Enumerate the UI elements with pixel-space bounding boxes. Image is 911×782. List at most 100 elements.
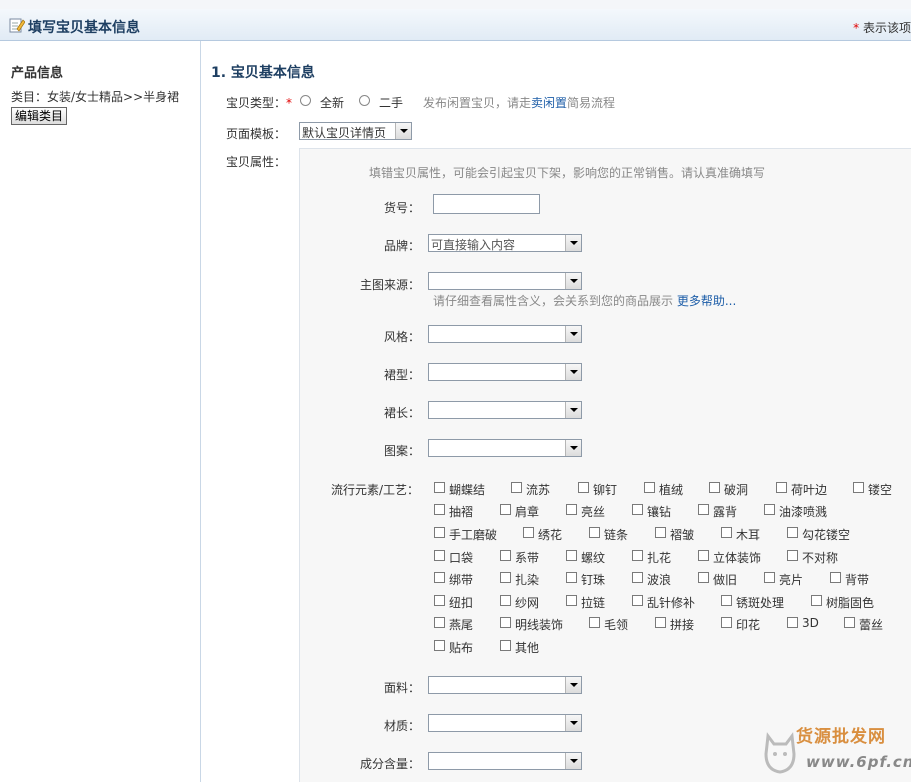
attr-label: 宝贝属性：	[226, 155, 287, 169]
skirt-type-select[interactable]	[428, 363, 582, 381]
chevron-down-icon	[565, 715, 581, 731]
element-checkbox[interactable]	[434, 504, 445, 515]
element-checkbox-label: 毛领	[604, 618, 629, 632]
brand-select[interactable]: 可直接输入内容	[428, 234, 582, 252]
element-checkbox[interactable]	[655, 617, 666, 628]
composition-select[interactable]	[428, 752, 582, 770]
element-checkbox-label: 螺纹	[581, 551, 606, 565]
element-checkbox[interactable]	[589, 527, 600, 538]
element-checkbox[interactable]	[434, 640, 445, 651]
element-checkbox-label: 镂空	[868, 483, 893, 497]
element-checkbox-label: 乱针修补	[647, 596, 696, 610]
element-checkbox-label: 背带	[845, 573, 870, 587]
radio-used[interactable]	[359, 95, 370, 106]
element-checkbox[interactable]	[632, 595, 643, 606]
edit-category-button[interactable]: 编辑类目	[11, 107, 68, 125]
element-checkbox-label: 植绒	[659, 483, 684, 497]
item-type-label: 宝贝类型：*	[226, 94, 292, 111]
element-checkbox[interactable]	[500, 617, 511, 628]
elements-label: 流行元素/工艺：	[331, 483, 420, 497]
chevron-down-icon	[565, 273, 581, 289]
element-checkbox[interactable]	[500, 550, 511, 561]
chevron-down-icon	[565, 677, 581, 693]
element-checkbox[interactable]	[500, 572, 511, 583]
material-select[interactable]	[428, 714, 582, 732]
element-checkbox[interactable]	[434, 550, 445, 561]
element-checkbox[interactable]	[632, 550, 643, 561]
element-checkbox[interactable]	[566, 572, 577, 583]
element-checkbox[interactable]	[698, 572, 709, 583]
element-checkbox-label: 绣花	[538, 528, 563, 542]
category-path: 类目：女装/女士精品>>半身裙	[11, 90, 180, 104]
element-checkbox-label: 贴布	[449, 641, 474, 655]
element-checkbox[interactable]	[434, 527, 445, 538]
element-checkbox[interactable]	[578, 482, 589, 493]
huohao-input[interactable]	[433, 194, 540, 214]
style-select[interactable]	[428, 325, 582, 343]
sell-idle-link[interactable]: 卖闲置	[531, 96, 567, 110]
pattern-select[interactable]	[428, 439, 582, 457]
item-type-hint-prefix: 发布闲置宝贝，请走	[423, 96, 532, 110]
element-checkbox-label: 系带	[515, 551, 540, 565]
fabric-select[interactable]	[428, 676, 582, 694]
element-checkbox[interactable]	[698, 504, 709, 515]
template-select[interactable]: 默认宝贝详情页	[299, 122, 412, 140]
required-note-text: 表示该项	[862, 21, 911, 35]
chevron-down-icon	[565, 326, 581, 342]
element-checkbox[interactable]	[434, 482, 445, 493]
element-checkbox[interactable]	[500, 595, 511, 606]
element-checkbox[interactable]	[787, 527, 798, 538]
element-checkbox[interactable]	[776, 482, 787, 493]
element-checkbox-label: 燕尾	[449, 618, 474, 632]
section-title: 1. 宝贝基本信息	[211, 65, 315, 81]
element-checkbox[interactable]	[830, 572, 841, 583]
element-checkbox[interactable]	[721, 595, 732, 606]
element-checkbox[interactable]	[434, 617, 445, 628]
element-checkbox[interactable]	[566, 595, 577, 606]
element-checkbox[interactable]	[698, 550, 709, 561]
more-help-link[interactable]: 更多帮助...	[677, 294, 736, 308]
element-checkbox[interactable]	[709, 482, 720, 493]
page-header: 填写宝贝基本信息 * 表示该项	[0, 9, 911, 41]
element-checkbox-label: 立体装饰	[713, 551, 762, 565]
element-checkbox[interactable]	[434, 595, 445, 606]
element-checkbox[interactable]	[655, 527, 666, 538]
source-select[interactable]	[428, 272, 582, 290]
element-checkbox-label: 波浪	[647, 573, 672, 587]
watermark-url: www.6pf.cn	[806, 753, 911, 771]
element-checkbox[interactable]	[811, 595, 822, 606]
skirt-length-label: 裙长：	[384, 406, 421, 420]
element-checkbox[interactable]	[764, 572, 775, 583]
element-checkbox[interactable]	[566, 504, 577, 515]
element-checkbox[interactable]	[721, 617, 732, 628]
element-checkbox-label: 蝴蝶结	[449, 483, 486, 497]
element-checkbox[interactable]	[844, 617, 855, 628]
element-checkbox-label: 破洞	[724, 483, 749, 497]
element-checkbox[interactable]	[764, 504, 775, 515]
brand-label: 品牌：	[384, 239, 421, 253]
element-checkbox[interactable]	[787, 617, 798, 628]
element-checkbox[interactable]	[500, 640, 511, 651]
element-checkbox[interactable]	[566, 550, 577, 561]
skirt-length-select[interactable]	[428, 401, 582, 419]
element-checkbox[interactable]	[632, 572, 643, 583]
element-checkbox[interactable]	[853, 482, 864, 493]
element-checkbox[interactable]	[434, 572, 445, 583]
element-checkbox-label: 扎花	[647, 551, 672, 565]
element-checkbox[interactable]	[644, 482, 655, 493]
element-checkbox[interactable]	[721, 527, 732, 538]
element-checkbox[interactable]	[511, 482, 522, 493]
element-checkbox-label: 荷叶边	[791, 483, 828, 497]
pattern-label: 图案：	[384, 444, 421, 458]
source-hint-text: 请仔细查看属性含义，会关系到您的商品展示	[433, 294, 674, 308]
radio-new[interactable]	[300, 95, 311, 106]
element-checkbox[interactable]	[523, 527, 534, 538]
element-checkbox[interactable]	[500, 504, 511, 515]
element-checkbox[interactable]	[787, 550, 798, 561]
skirt-type-label: 裙型：	[384, 368, 421, 382]
element-checkbox[interactable]	[589, 617, 600, 628]
element-checkbox[interactable]	[632, 504, 643, 515]
element-checkbox-label: 褶皱	[670, 528, 695, 542]
element-checkbox-label: 扎染	[515, 573, 540, 587]
attr-warning-hint: 填错宝贝属性，可能会引起宝贝下架，影响您的正常销售。请认真准确填写	[369, 166, 766, 180]
